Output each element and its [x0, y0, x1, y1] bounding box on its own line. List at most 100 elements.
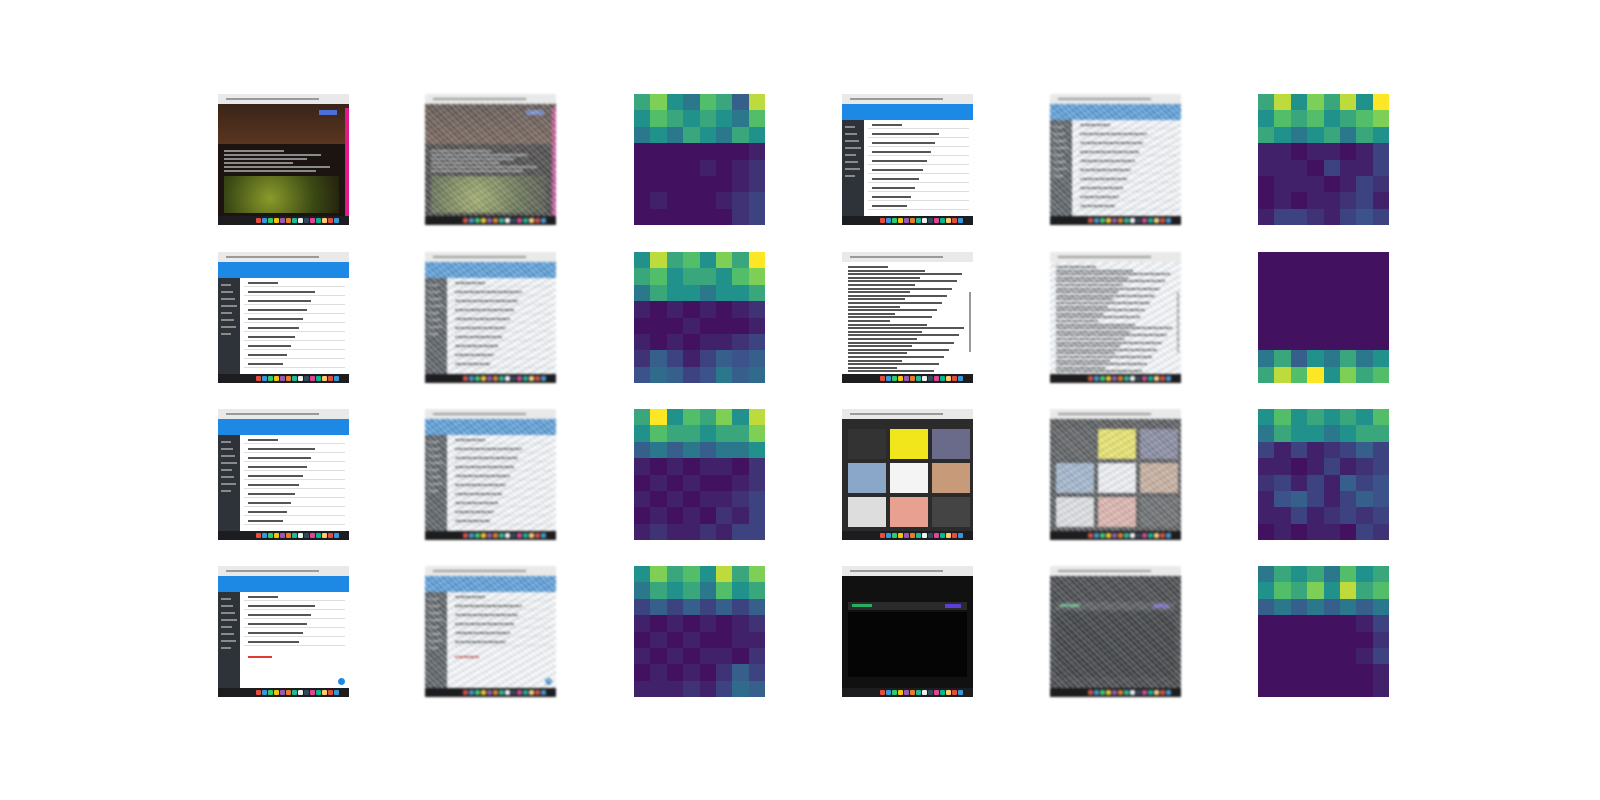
table-row[interactable] — [244, 286, 345, 287]
dock-icon — [910, 218, 915, 223]
dock-icon — [493, 533, 498, 538]
heatmap-cell — [1339, 143, 1357, 160]
heatmap-cell — [1339, 159, 1357, 176]
table-row[interactable] — [868, 191, 969, 192]
browser-toolbar — [842, 252, 973, 262]
thumbnail-image[interactable] — [848, 463, 886, 493]
dock-icon — [499, 533, 504, 538]
table-row[interactable] — [244, 600, 345, 601]
dock-icon — [262, 376, 267, 381]
dock-bar — [842, 531, 973, 540]
dock-icon — [958, 376, 963, 381]
table-row[interactable] — [868, 173, 969, 174]
thumbnail-image[interactable] — [932, 463, 970, 493]
heatmap-cell — [1258, 317, 1275, 334]
heatmap-cell — [1290, 458, 1308, 475]
table-row[interactable] — [868, 137, 969, 138]
table-row[interactable] — [868, 164, 969, 165]
heatmap-cell — [1274, 425, 1291, 442]
table-row[interactable] — [244, 340, 345, 341]
heatmap-cell — [1323, 631, 1340, 648]
thumbnail-image[interactable] — [890, 497, 928, 527]
heatmap-cell — [666, 598, 684, 616]
heatmap-cell — [715, 175, 733, 193]
text-line — [845, 126, 855, 128]
dock-icon — [523, 376, 528, 381]
heatmap-cell — [1290, 441, 1308, 459]
table-row[interactable] — [244, 322, 345, 323]
table-row[interactable] — [244, 488, 345, 489]
heatmap-cell — [1323, 598, 1340, 616]
heatmap-cell — [1356, 175, 1373, 193]
reconstruction-noise — [425, 104, 556, 216]
heatmap-cell — [650, 126, 667, 144]
table-row[interactable] — [868, 155, 969, 156]
heatmap-cell — [1372, 458, 1389, 475]
heatmap-cell — [1323, 425, 1340, 442]
table-row[interactable] — [244, 349, 345, 350]
dock-icon — [928, 218, 933, 223]
table-row[interactable] — [244, 367, 345, 368]
table-row[interactable] — [244, 452, 345, 453]
thumbnail-image[interactable] — [890, 429, 928, 459]
text-line — [248, 318, 303, 320]
dock-icon — [1136, 533, 1141, 538]
table-row[interactable] — [244, 295, 345, 296]
scrollbar[interactable] — [969, 292, 971, 352]
heatmap-cell — [1258, 143, 1275, 160]
text-line — [872, 160, 927, 162]
heatmap-cell — [666, 507, 684, 524]
heatmap-cell — [1307, 441, 1324, 459]
heatmap-cell — [1258, 175, 1275, 193]
heatmap-cell — [748, 208, 765, 225]
table-row[interactable] — [244, 331, 345, 332]
dock-icon — [922, 218, 927, 223]
heatmap-cell — [748, 409, 765, 426]
table-row[interactable] — [244, 645, 345, 646]
text-line — [248, 309, 307, 311]
heatmap-cell — [683, 252, 700, 269]
heatmap-cell — [650, 192, 667, 209]
table-row[interactable] — [244, 524, 345, 525]
table-row[interactable] — [244, 443, 345, 444]
heatmap-cell — [1274, 94, 1291, 111]
heatmap-cell — [634, 175, 651, 193]
table-row[interactable] — [868, 146, 969, 147]
dock-icon — [334, 376, 339, 381]
dock-icon — [292, 690, 297, 695]
heatmap-cell — [1274, 268, 1291, 285]
table-row[interactable] — [868, 200, 969, 201]
thumbnail-image[interactable] — [932, 497, 970, 527]
thumbnail-image[interactable] — [848, 429, 886, 459]
heatmap-cell — [666, 490, 684, 508]
heatmap-cell — [1339, 615, 1357, 632]
purple-button[interactable] — [945, 604, 961, 608]
table-row[interactable] — [244, 609, 345, 610]
table-row[interactable] — [244, 304, 345, 305]
table-row[interactable] — [244, 506, 345, 507]
table-row[interactable] — [868, 128, 969, 129]
thumbnail-image[interactable] — [890, 463, 928, 493]
table-row[interactable] — [244, 358, 345, 359]
heatmap-cell — [748, 680, 765, 697]
dock-icon — [1118, 533, 1123, 538]
table-row[interactable] — [244, 479, 345, 480]
table-row[interactable] — [244, 515, 345, 516]
table-row[interactable] — [244, 618, 345, 619]
table-row[interactable] — [244, 313, 345, 314]
table-row[interactable] — [244, 636, 345, 637]
thumbnail-image[interactable] — [932, 429, 970, 459]
banner-button[interactable] — [319, 110, 337, 115]
table-row[interactable] — [244, 497, 345, 498]
table-row[interactable] — [244, 461, 345, 462]
table-row[interactable] — [244, 627, 345, 628]
dock-icon — [946, 218, 951, 223]
chat-button[interactable] — [338, 678, 345, 685]
dock-icon — [274, 690, 279, 695]
table-row[interactable] — [868, 209, 969, 210]
dock-icon — [499, 690, 504, 695]
table-row[interactable] — [868, 182, 969, 183]
dock-icon — [1106, 533, 1111, 538]
table-row[interactable] — [244, 470, 345, 471]
thumbnail-image[interactable] — [848, 497, 886, 527]
